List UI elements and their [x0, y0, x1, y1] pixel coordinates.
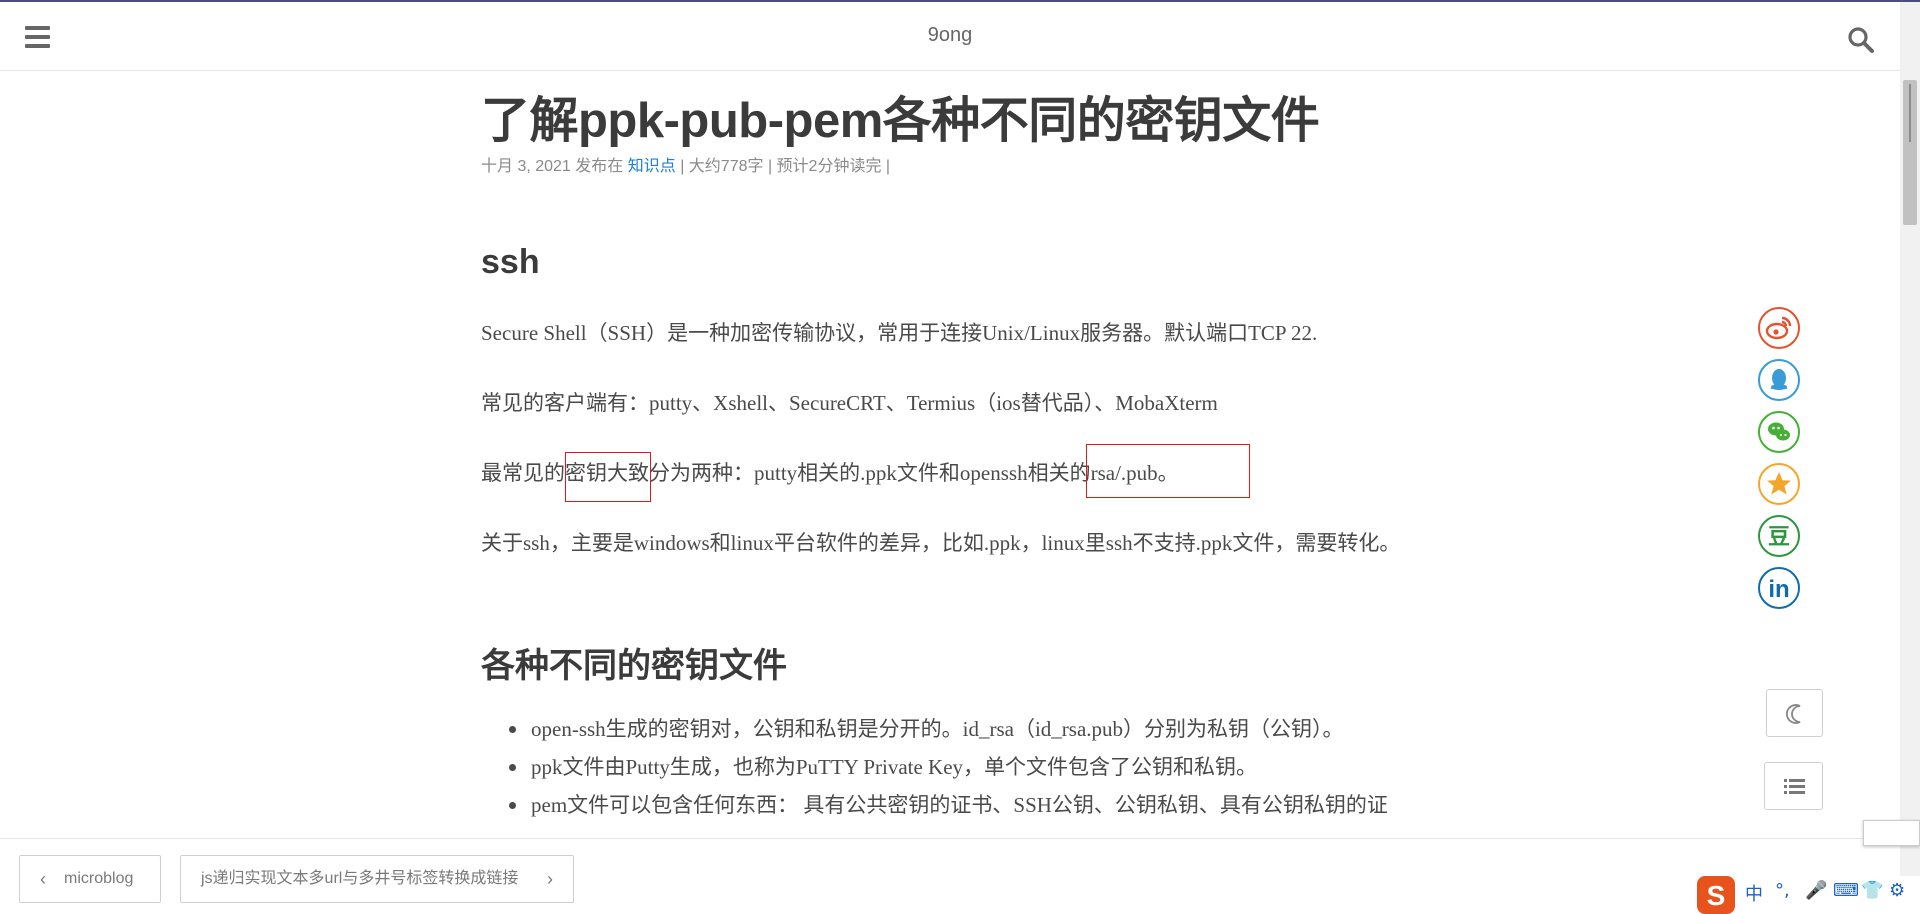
- list-icon: [1784, 779, 1805, 794]
- chevron-left-icon: ‹: [40, 869, 46, 889]
- annotation-box-key-roughly: [565, 452, 651, 502]
- paragraph-ssh-intro: Secure Shell（SSH）是一种加密传输协议，常用于连接Unix/Lin…: [481, 321, 1318, 345]
- moon-icon: [1786, 704, 1801, 724]
- paragraph-clients: 常见的客户端有：putty、Xshell、SecureCRT、Termius（i…: [481, 391, 1218, 415]
- list-item: pem文件可以包含任何东西： 具有公共密钥的证书、SSH公钥、公钥私钥、具有公钥…: [481, 786, 1421, 824]
- annotation-box-rsa-pub: [1086, 444, 1250, 498]
- next-post-button[interactable]: js递归实现文本多url与多井号标签转换成链接 ›: [180, 855, 574, 903]
- post-word-count: | 大约778字 |: [675, 158, 777, 175]
- svg-text:豆: 豆: [1768, 525, 1790, 550]
- qzone-star-share-icon[interactable]: [1758, 463, 1800, 505]
- ime-skin-icon[interactable]: 👕: [1861, 880, 1883, 901]
- douban-share-icon[interactable]: 豆: [1758, 515, 1800, 557]
- linkedin-share-icon[interactable]: in: [1758, 567, 1800, 609]
- page-thumbnail-preview: [1863, 820, 1920, 846]
- ime-punctuation[interactable]: °,: [1775, 880, 1790, 901]
- toc-button[interactable]: [1764, 762, 1823, 810]
- paragraph-platform-diff: 关于ssh，主要是windows和linux平台软件的差异，比如.ppk，lin…: [481, 531, 1401, 555]
- list-item: ppk文件由Putty生成，也称为PuTTY Private Key，单个文件包…: [481, 748, 1421, 786]
- ime-voice-icon[interactable]: 🎤: [1805, 880, 1827, 901]
- next-post-label: js递归实现文本多url与多井号标签转换成链接: [201, 870, 519, 887]
- post-meta: 十月 3, 2021 发布在 知识点 | 大约778字 | 预计2分钟读完 |: [481, 156, 1421, 178]
- previous-post-button[interactable]: ‹ microblog: [19, 855, 161, 903]
- ime-chinese-mode[interactable]: 中: [1745, 880, 1763, 906]
- site-title[interactable]: 9ong: [0, 24, 1900, 47]
- section-heading-ssh: ssh: [481, 243, 540, 281]
- ime-settings-icon[interactable]: ⚙: [1889, 880, 1905, 901]
- post-read-time: 预计2分钟读完 |: [776, 158, 891, 175]
- section-heading-key-files: 各种不同的密钥文件: [481, 647, 787, 685]
- previous-post-label: microblog: [64, 870, 134, 887]
- site-header: 9ong: [0, 2, 1900, 71]
- search-icon[interactable]: [1847, 26, 1875, 54]
- dark-mode-toggle-button[interactable]: [1766, 689, 1823, 737]
- qq-share-icon[interactable]: [1758, 359, 1800, 401]
- sogou-ime-logo-icon[interactable]: S: [1697, 876, 1735, 914]
- svg-text:S: S: [1707, 880, 1726, 911]
- chevron-right-icon: ›: [547, 869, 553, 889]
- weibo-share-icon[interactable]: [1758, 307, 1800, 349]
- post-category-link[interactable]: 知识点: [628, 158, 676, 175]
- post-title: 了解ppk-pub-pem各种不同的密钥文件: [481, 94, 1320, 148]
- list-item: open-ssh生成的密钥对，公钥和私钥是分开的。id_rsa（id_rsa.p…: [481, 710, 1421, 748]
- key-file-list: open-ssh生成的密钥对，公钥和私钥是分开的。id_rsa（id_rsa.p…: [481, 710, 1421, 824]
- post-navigation-footer: ‹ microblog js递归实现文本多url与多井号标签转换成链接 ›: [0, 838, 1900, 914]
- svg-text:in: in: [1768, 576, 1789, 603]
- scrollbar-position-marker: [1909, 84, 1911, 142]
- post-article: 了解ppk-pub-pem各种不同的密钥文件 十月 3, 2021 发布在 知识…: [481, 90, 1421, 817]
- ime-keyboard-icon[interactable]: ⌨: [1833, 880, 1859, 901]
- wechat-share-icon[interactable]: [1758, 411, 1800, 453]
- post-date: 十月 3, 2021 发布在: [481, 158, 628, 175]
- input-method-toolbar: S 中 °, 🎤 ⌨ 👕 ⚙: [1697, 876, 1920, 914]
